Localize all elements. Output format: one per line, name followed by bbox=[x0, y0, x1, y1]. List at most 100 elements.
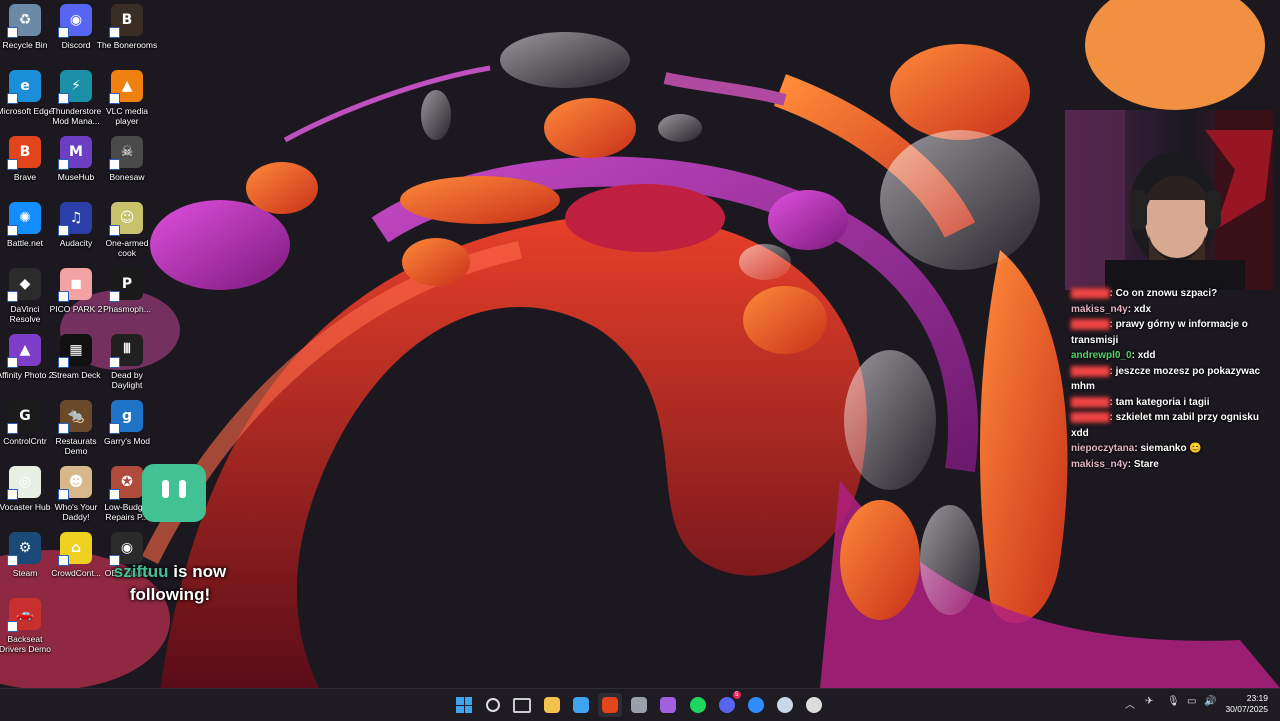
desktop-icon-label: Audacity bbox=[59, 238, 93, 248]
clock-date: 30/07/2025 bbox=[1225, 704, 1268, 714]
chat-message: ▇▇▇▇▇: szkielet mn zabil przy ognisku xd… bbox=[1071, 410, 1276, 441]
taskbar-obs-studio-button[interactable] bbox=[802, 693, 826, 717]
bonerooms-icon: B bbox=[109, 4, 143, 38]
follow-alert-line2: following! bbox=[129, 585, 211, 604]
steam-icon: ⚙ bbox=[7, 532, 41, 566]
chat-username: niepoczytana bbox=[1071, 443, 1135, 454]
brave-icon: B bbox=[7, 136, 41, 170]
discord-icon: ◉ bbox=[58, 4, 92, 38]
desktop-icon[interactable]: ☺ One-armed cook bbox=[96, 202, 158, 258]
taskbar: 5 ︿ ✈ 🎙 ▭ 🔊 23:19 30/07/2025 bbox=[0, 688, 1280, 721]
desktop-icon-label: Dead by Daylight bbox=[111, 370, 143, 390]
chat-username: ▇▇▇▇▇ bbox=[1071, 288, 1110, 299]
backseat-drivers-icon: 🚗 bbox=[7, 598, 41, 632]
follower-name: sziftuu bbox=[113, 562, 169, 581]
taskbar-davinci-resolve-button[interactable] bbox=[627, 693, 651, 717]
desktop-icon-label: Phasmoph... bbox=[103, 304, 151, 314]
davinci-icon: ◆ bbox=[7, 268, 41, 302]
chat-username: ▇▇▇▇▇ bbox=[1071, 396, 1110, 408]
desktop-icon[interactable]: B The Bonerooms bbox=[96, 4, 158, 50]
chat-message: ▇▇▇▇▇: prawy górny w informacje o transm… bbox=[1071, 317, 1276, 348]
davinci-resolve-icon bbox=[631, 697, 648, 713]
chat-username: makiss_n4y bbox=[1071, 303, 1128, 315]
pico-park-icon: ◼ bbox=[58, 268, 92, 302]
desktop-icon-label: Bonesaw bbox=[109, 172, 145, 182]
chat-message: andrewpl0_0: xdd bbox=[1071, 348, 1276, 364]
desktop-icon-label: Recycle Bin bbox=[2, 40, 48, 50]
chat-username: ▇▇▇▇▇ bbox=[1071, 319, 1110, 330]
desktop-icon-label: The Bonerooms bbox=[96, 40, 158, 50]
recycle-bin-icon: ♻ bbox=[7, 4, 41, 38]
chat-text: tam kategoria i tagii bbox=[1115, 396, 1210, 408]
taskbar-spotify-button[interactable] bbox=[686, 693, 710, 717]
chat-message: niepoczytana: siemanko 😊 bbox=[1071, 441, 1276, 457]
audacity-icon: ♫ bbox=[58, 202, 92, 236]
taskbar-brave-button[interactable] bbox=[598, 693, 622, 717]
obs-studio-icon bbox=[806, 697, 823, 713]
discord-icon bbox=[718, 697, 735, 713]
phasmophobia-icon: P bbox=[109, 268, 143, 302]
musehub-icon: M bbox=[58, 136, 92, 170]
desktop-icon[interactable]: g Garry's Mod bbox=[96, 400, 158, 446]
affinity-photo-icon bbox=[660, 697, 677, 713]
start-icon bbox=[456, 697, 472, 713]
steam-icon bbox=[777, 697, 794, 713]
desktop-icon-label: PICO PARK 2 bbox=[49, 304, 103, 314]
follow-alert-text: sziftuu is now following! bbox=[100, 560, 240, 606]
desktop-icon[interactable]: P Phasmoph... bbox=[96, 268, 158, 314]
desktop-icon[interactable]: 𝍫 Dead by Daylight bbox=[96, 334, 158, 390]
taskbar-start-button[interactable] bbox=[452, 693, 476, 717]
taskbar-steam-button[interactable] bbox=[773, 693, 797, 717]
vocaster-hub-icon: ◎ bbox=[7, 466, 41, 500]
low-budget-repairs-icon: ✪ bbox=[109, 466, 143, 500]
chat-username: ▇▇▇▇▇ bbox=[1071, 365, 1110, 377]
chat-text: siemanko 😊 bbox=[1140, 443, 1202, 454]
desktop-icon[interactable]: 🚗 Backseat Drivers Demo bbox=[0, 598, 56, 654]
chat-message: ▇▇▇▇▇: jeszcze mozesz po pokazywac mhm bbox=[1071, 364, 1276, 395]
taskbar-search-button[interactable] bbox=[481, 693, 505, 717]
desktop-icon[interactable]: ▲ VLC media player bbox=[96, 70, 158, 126]
taskbar-task-view-button[interactable] bbox=[510, 693, 534, 717]
chat-username: makiss_n4y bbox=[1071, 458, 1128, 470]
desktop-icon-label: Stream Deck bbox=[51, 370, 101, 380]
desktop-icon-label: MuseHub bbox=[57, 172, 95, 182]
tray-microphone-icon[interactable]: 🎙 bbox=[1167, 696, 1180, 707]
desktop-icon-label: Steam bbox=[12, 568, 38, 578]
taskbar-affinity-photo-button[interactable] bbox=[656, 693, 680, 717]
crowdcontrol-icon: ⌂ bbox=[58, 532, 92, 566]
vlc-icon: ▲ bbox=[109, 70, 143, 104]
desktop-icon-label: Discord bbox=[61, 40, 91, 50]
taskbar-file-explorer-button[interactable] bbox=[540, 693, 564, 717]
desktop-icon-label: Vocaster Hub bbox=[0, 502, 51, 512]
taskbar-microsoft-store-button[interactable] bbox=[569, 693, 593, 717]
tray-display-icon[interactable]: ▭ bbox=[1187, 696, 1196, 707]
affinity-photo-icon: ▲ bbox=[7, 334, 41, 368]
desktop-icon-label: ControlCntr bbox=[3, 436, 47, 446]
thunderstore-icon: ⚡ bbox=[58, 70, 92, 104]
desktop-icon-label: Brave bbox=[13, 172, 37, 182]
taskbar-discord-button[interactable]: 5 bbox=[715, 691, 741, 717]
desktop-icon-label: Battle.net bbox=[7, 238, 43, 248]
restaurats-icon: 🐀 bbox=[58, 400, 92, 434]
tray-network-icon[interactable]: ✈ bbox=[1145, 696, 1153, 707]
stream-deck-icon: ▦ bbox=[58, 334, 92, 368]
chat-text: Co on znowu szpaci? bbox=[1115, 288, 1218, 299]
chat-message: makiss_n4y: Stare bbox=[1071, 457, 1276, 473]
chat-text: xdd bbox=[1137, 350, 1156, 361]
chat-username: ▇▇▇▇▇ bbox=[1071, 412, 1110, 423]
desktop-icon-label: CrowdCont... bbox=[51, 568, 101, 578]
desktop-icon[interactable]: ☠ Bonesaw bbox=[96, 136, 158, 182]
chat-message: makiss_n4y: xdx bbox=[1071, 302, 1276, 318]
messenger-icon bbox=[748, 697, 764, 713]
garrys-mod-icon: g bbox=[109, 400, 143, 434]
desktop-icon-label: Garry's Mod bbox=[103, 436, 151, 446]
chat-username: andrewpl0_0 bbox=[1071, 350, 1132, 361]
bonesaw-icon: ☠ bbox=[109, 136, 143, 170]
tray-volume-icon[interactable]: 🔊 bbox=[1204, 696, 1216, 707]
streamer-face bbox=[1065, 110, 1273, 290]
taskbar-clock[interactable]: 23:19 30/07/2025 bbox=[1225, 693, 1268, 715]
whos-your-daddy-icon: ☻ bbox=[58, 466, 92, 500]
tray-overflow-chevron-icon[interactable]: ︿ bbox=[1125, 696, 1135, 711]
chat-text: xdx bbox=[1133, 303, 1152, 315]
taskbar-messenger-button[interactable] bbox=[744, 693, 768, 717]
